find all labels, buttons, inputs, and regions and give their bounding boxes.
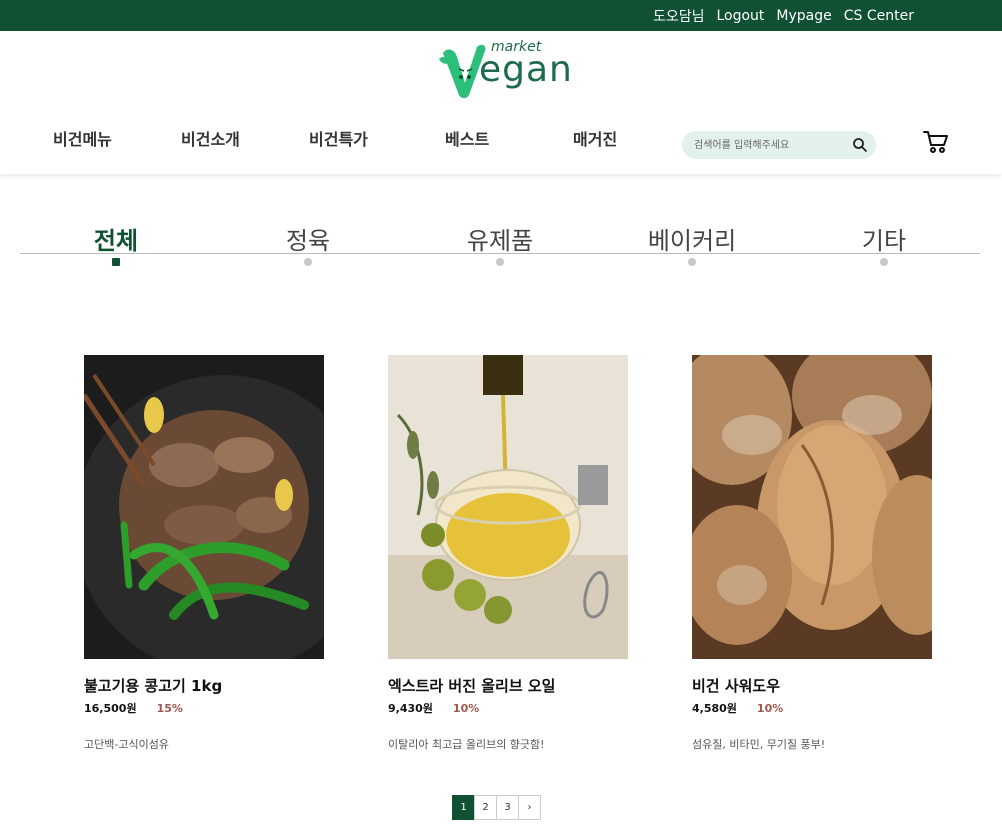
- product-name[interactable]: 불고기용 콩고기 1kg: [84, 675, 324, 696]
- product-card[interactable]: 엑스트라 버진 올리브 오일 9,430원 10% 이탈리아 최고급 올리브의 …: [388, 355, 628, 752]
- nav-item-best[interactable]: 베스트: [445, 126, 489, 150]
- next-page-button[interactable]: ›: [518, 795, 541, 820]
- nav-item-vegan-menu[interactable]: 비건메뉴: [53, 126, 112, 150]
- product-name[interactable]: 비건 사워도우: [692, 675, 932, 696]
- search-icon[interactable]: [852, 137, 868, 153]
- price-row: 4,580원 10%: [692, 700, 932, 716]
- tab-bakery[interactable]: 베이커리: [648, 221, 736, 256]
- page-1-button[interactable]: 1: [452, 795, 475, 820]
- category-tabs: 전체 정육 유제품 베이커리 기타: [20, 215, 980, 275]
- top-bar-links: 도오담님 Logout Mypage CS Center: [653, 0, 914, 31]
- tab-all[interactable]: 전체: [94, 221, 138, 256]
- product-card[interactable]: 비건 사워도우 4,580원 10% 섬유질, 비타민, 무기질 풍부!: [692, 355, 932, 752]
- tab-indicator: [688, 258, 696, 266]
- pagination: 1 2 3 ›: [452, 795, 541, 820]
- product-discount: 15%: [156, 702, 183, 715]
- tab-indicator: [496, 258, 504, 266]
- main-nav: 비건메뉴 비건소개 비건특가 베스트 매거진: [0, 126, 660, 156]
- tab-meat[interactable]: 정육: [286, 221, 330, 256]
- product-card[interactable]: 불고기용 콩고기 1kg 16,500원 15% 고단백-고식이섬유: [84, 355, 324, 752]
- product-price: 9,430원: [388, 702, 433, 715]
- nav-item-vegan-intro[interactable]: 비건소개: [181, 126, 240, 150]
- tab-indicator: [880, 258, 888, 266]
- cs-center-link[interactable]: CS Center: [844, 8, 914, 24]
- page-2-button[interactable]: 2: [474, 795, 497, 820]
- user-name: 도오담님: [652, 8, 705, 25]
- cart-icon[interactable]: [922, 128, 950, 156]
- product-discount: 10%: [452, 702, 480, 715]
- nav-item-vegan-special[interactable]: 비건특가: [309, 126, 368, 150]
- product-image-soy-meat[interactable]: [84, 355, 324, 659]
- product-discount: 10%: [756, 702, 784, 715]
- product-image-sourdough[interactable]: [692, 355, 932, 659]
- market-vegan-logo[interactable]: market egan: [437, 39, 572, 101]
- tab-indicator: [304, 258, 312, 266]
- tab-etc[interactable]: 기타: [862, 221, 906, 256]
- nav-item-magazine[interactable]: 매거진: [573, 126, 617, 150]
- search-input[interactable]: [694, 135, 844, 155]
- logo-vegan-text: egan: [479, 49, 573, 90]
- logout-link[interactable]: Logout: [716, 8, 764, 24]
- page-3-button[interactable]: 3: [496, 795, 519, 820]
- header: market egan 비건메뉴 비건소개 비건특가 베스트 매거진: [0, 31, 1002, 174]
- price-row: 9,430원 10%: [388, 700, 628, 716]
- product-price: 4,580원: [692, 702, 737, 715]
- mypage-link[interactable]: Mypage: [776, 8, 831, 24]
- tab-dairy[interactable]: 유제품: [467, 221, 533, 256]
- tab-indicator-active: [112, 258, 120, 266]
- search-box: [682, 131, 876, 159]
- product-description: 고단백-고식이섬유: [84, 738, 169, 751]
- product-name[interactable]: 엑스트라 버진 올리브 오일: [388, 675, 628, 696]
- price-row: 16,500원 15%: [84, 700, 324, 716]
- top-bar: 도오담님 Logout Mypage CS Center: [0, 0, 1002, 31]
- product-description: 이탈리아 최고급 올리브의 향긋함!: [388, 738, 545, 751]
- product-image-olive-oil[interactable]: [388, 355, 628, 659]
- product-price: 16,500원: [84, 702, 137, 715]
- product-description: 섬유질, 비타민, 무기질 풍부!: [692, 738, 826, 751]
